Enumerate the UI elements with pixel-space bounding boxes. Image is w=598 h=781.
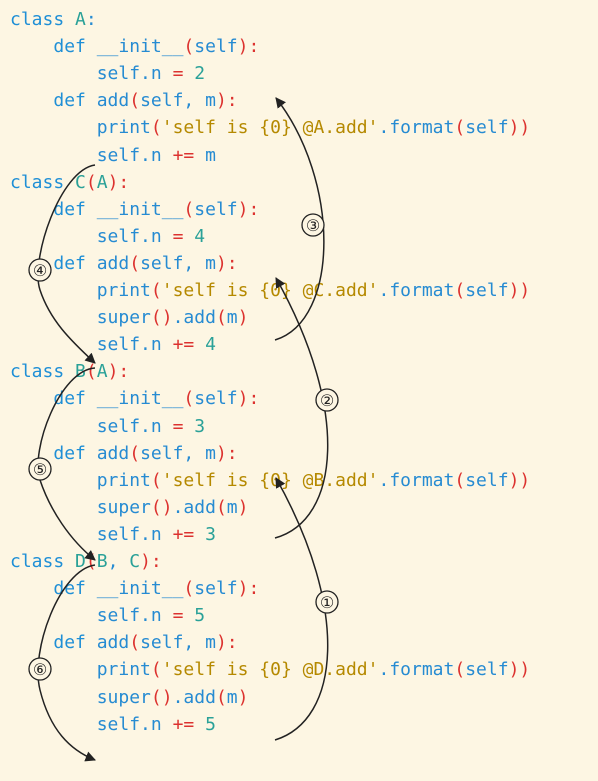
svg-text:④: ④ (33, 261, 47, 280)
marker-4: ④ (28, 258, 52, 282)
marker-3: ③ (301, 213, 325, 237)
mro-diagram: class A: def __init__(self): self.n = 2 … (0, 0, 598, 781)
marker-6: ⑥ (28, 657, 52, 681)
svg-text:②: ② (320, 391, 334, 410)
marker-1: ① (315, 590, 339, 614)
svg-text:⑥: ⑥ (33, 660, 47, 679)
call-flow-arrows: ① ② ③ ④ ⑤ ⑥ (28, 97, 339, 762)
svg-text:①: ① (320, 593, 334, 612)
marker-2: ② (315, 388, 339, 412)
marker-5: ⑤ (28, 457, 52, 481)
svg-text:⑤: ⑤ (33, 460, 47, 479)
svg-text:③: ③ (306, 216, 320, 235)
